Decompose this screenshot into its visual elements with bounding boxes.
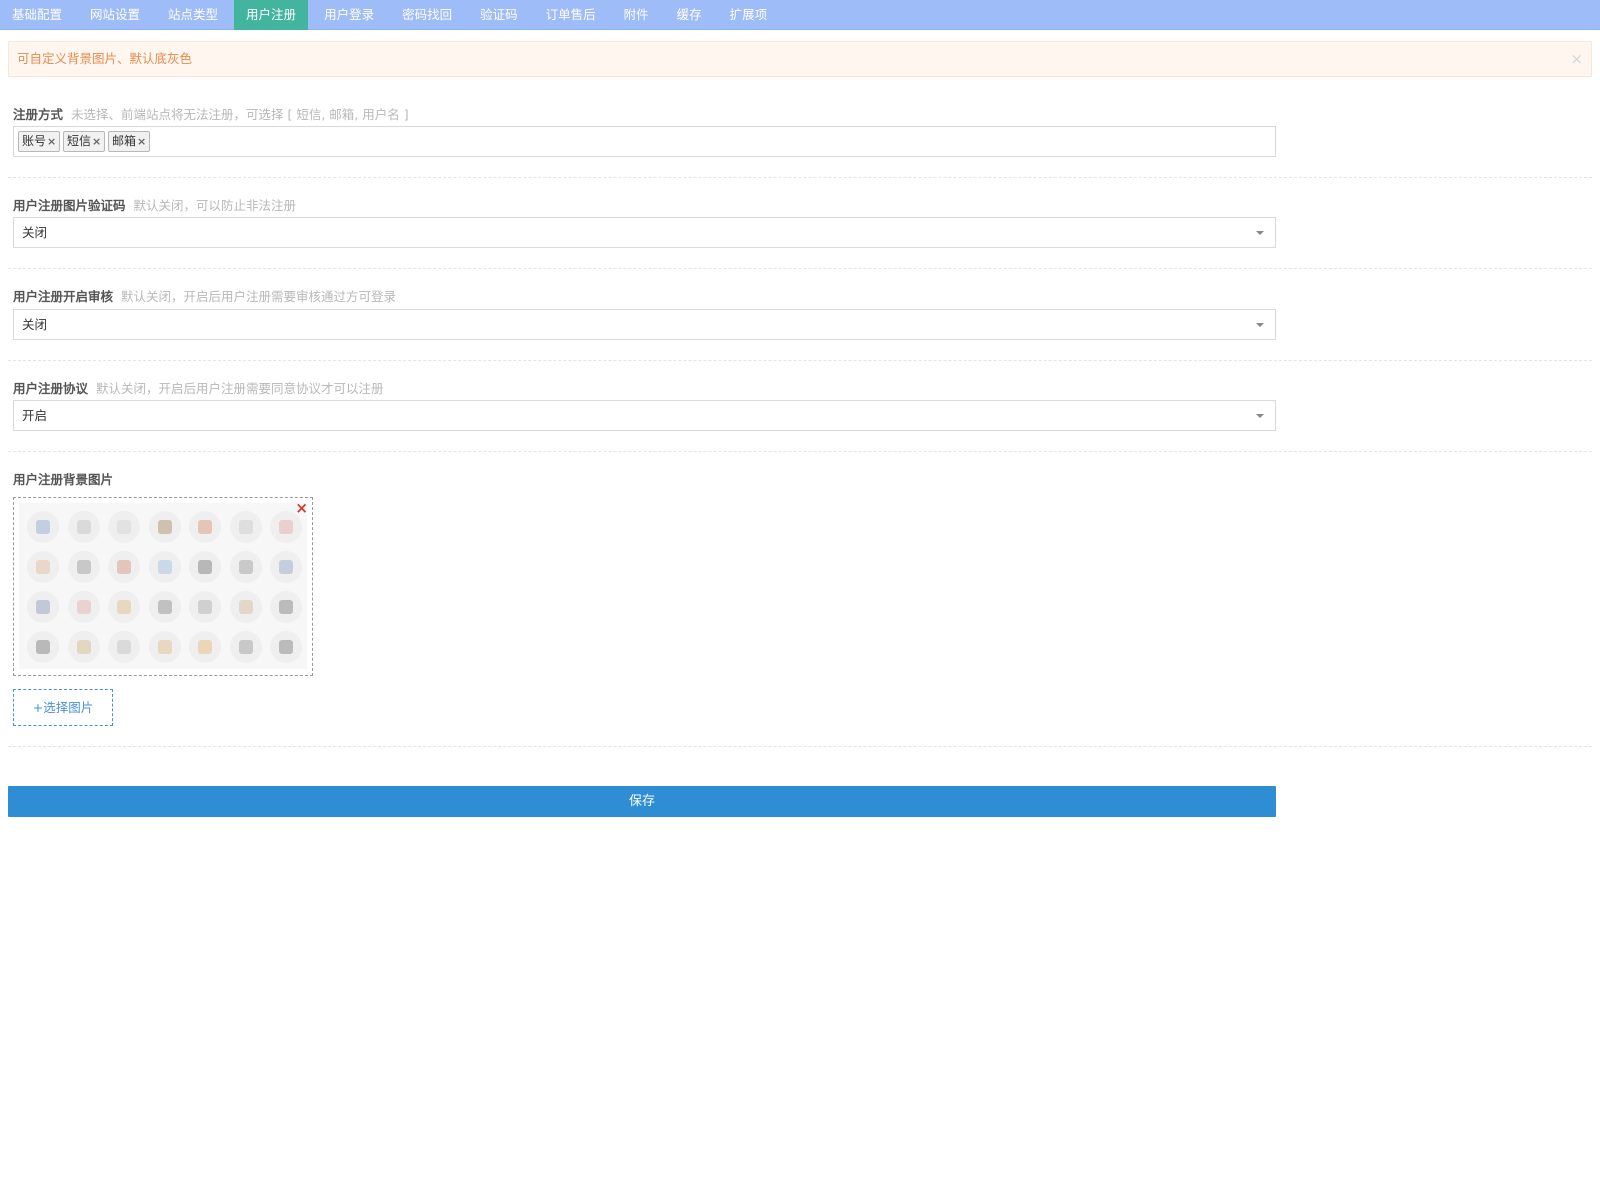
tab-site-type[interactable]: 站点类型	[156, 0, 230, 30]
pattern-icon	[27, 591, 59, 623]
pattern-icon	[108, 551, 140, 583]
pattern-icon	[270, 631, 302, 663]
tab-user-login[interactable]: 用户登录	[312, 0, 386, 30]
field-label: 用户注册背景图片	[13, 472, 114, 487]
save-button[interactable]: 保存	[8, 786, 1276, 817]
pattern-icon	[67, 631, 100, 663]
captcha-select[interactable]: 关闭	[13, 217, 1276, 248]
field-tip: 默认关闭，开启后用户注册需要同意协议才可以注册	[96, 381, 384, 396]
settings-tabbar: 基础配置 网站设置 站点类型 用户注册 用户登录 密码找回 验证码 订单售后 附…	[0, 0, 1600, 30]
pattern-icon	[67, 591, 100, 623]
tab-order-aftersale[interactable]: 订单售后	[534, 0, 608, 30]
pattern-icon	[229, 551, 262, 583]
pattern-icon	[229, 631, 262, 663]
pattern-icon	[270, 551, 302, 583]
field-label: 用户注册协议	[13, 381, 89, 396]
select-value: 关闭	[22, 225, 48, 240]
pattern-icon	[108, 511, 140, 543]
tab-attachment[interactable]: 附件	[612, 0, 661, 30]
field-label: 用户注册图片验证码	[13, 198, 126, 213]
agreement-select[interactable]: 开启	[13, 400, 1276, 431]
remove-icon[interactable]: ×	[137, 135, 149, 148]
field-register-review: 用户注册开启审核 默认关闭，开启后用户注册需要审核通过方可登录 关闭	[8, 286, 1592, 361]
pattern-icon	[229, 591, 262, 623]
tab-basic-config[interactable]: 基础配置	[0, 0, 74, 30]
pattern-icon	[148, 511, 181, 543]
select-value: 开启	[22, 408, 48, 423]
tab-extensions[interactable]: 扩展项	[718, 0, 780, 30]
pattern-icon	[27, 511, 59, 543]
field-tip: 默认关闭，可以防止非法注册	[133, 198, 297, 213]
chevron-down-icon	[1256, 231, 1264, 235]
remove-icon[interactable]: ×	[47, 135, 59, 148]
tag-label: 邮箱	[112, 134, 137, 148]
field-label-row: 用户注册协议 默认关闭，开启后用户注册需要同意协议才可以注册	[13, 378, 384, 397]
field-label-row: 注册方式 未选择、前端站点将无法注册，可选择 [ 短信, 邮箱, 用户名 ]	[13, 104, 409, 123]
tag-label: 短信	[67, 134, 92, 148]
pattern-icon	[67, 511, 100, 543]
pattern-icon	[270, 591, 302, 623]
field-label: 用户注册开启审核	[13, 289, 114, 304]
field-tip: 未选择、前端站点将无法注册，可选择 [ 短信, 邮箱, 用户名 ]	[71, 107, 409, 122]
review-select[interactable]: 关闭	[13, 309, 1276, 340]
pattern-icon	[27, 551, 59, 583]
chevron-down-icon	[1256, 414, 1264, 418]
register-method-multiselect[interactable]: 账号× 短信× 邮箱×	[13, 126, 1276, 157]
tag-email: 邮箱×	[108, 131, 151, 152]
tab-password-recovery[interactable]: 密码找回	[390, 0, 464, 30]
pattern-icon	[67, 551, 100, 583]
pattern-icon	[189, 591, 221, 623]
notice-text: 可自定义背景图片、默认底灰色	[17, 51, 193, 66]
close-icon[interactable]: ×	[1570, 42, 1583, 76]
chevron-down-icon	[1256, 323, 1264, 327]
field-tip: 默认关闭，开启后用户注册需要审核通过方可登录	[121, 289, 397, 304]
tag-account: 账号×	[18, 131, 61, 152]
tab-captcha[interactable]: 验证码	[468, 0, 530, 30]
field-label-row: 用户注册开启审核 默认关闭，开启后用户注册需要审核通过方可登录	[13, 286, 396, 305]
background-image-preview: ×	[13, 497, 313, 676]
tag-label: 账号	[22, 134, 47, 148]
field-register-agreement: 用户注册协议 默认关闭，开启后用户注册需要同意协议才可以注册 开启	[8, 378, 1592, 452]
delete-image-icon[interactable]: ×	[295, 500, 308, 516]
field-label-row: 用户注册背景图片	[13, 469, 113, 488]
field-label: 注册方式	[13, 107, 64, 122]
pattern-icon	[229, 511, 262, 543]
remove-icon[interactable]: ×	[92, 135, 104, 148]
notice-alert: 可自定义背景图片、默认底灰色 ×	[8, 41, 1592, 77]
pattern-icon	[189, 551, 221, 583]
select-value: 关闭	[22, 317, 48, 332]
pattern-icon	[108, 631, 140, 663]
pattern-icon	[108, 591, 140, 623]
field-register-captcha: 用户注册图片验证码 默认关闭，可以防止非法注册 关闭	[8, 195, 1592, 269]
pattern-icon	[189, 631, 221, 663]
pattern-icon	[148, 631, 181, 663]
tab-site-settings[interactable]: 网站设置	[78, 0, 152, 30]
tab-cache[interactable]: 缓存	[665, 0, 714, 30]
choose-image-button[interactable]: +选择图片	[13, 689, 113, 726]
field-register-method: 注册方式 未选择、前端站点将无法注册，可选择 [ 短信, 邮箱, 用户名 ] 账号…	[8, 104, 1592, 178]
pattern-icon	[148, 591, 181, 623]
tag-sms: 短信×	[63, 131, 106, 152]
pattern-icon	[148, 551, 181, 583]
pattern-icon	[189, 511, 221, 543]
field-label-row: 用户注册图片验证码 默认关闭，可以防止非法注册	[13, 195, 296, 214]
tab-user-register[interactable]: 用户注册	[234, 0, 309, 30]
pattern-icon	[27, 631, 59, 663]
background-image	[19, 503, 307, 669]
